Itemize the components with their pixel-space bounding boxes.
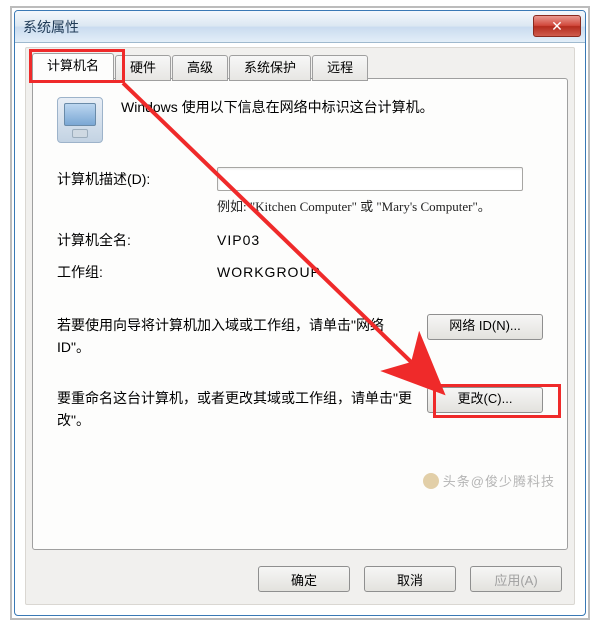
watermark-icon bbox=[423, 473, 439, 489]
input-description[interactable] bbox=[217, 167, 523, 191]
network-id-button[interactable]: 网络 ID(N)... bbox=[427, 314, 543, 340]
tab-hardware[interactable]: 硬件 bbox=[115, 55, 171, 81]
intro-row: Windows 使用以下信息在网络中标识这台计算机。 bbox=[57, 97, 543, 143]
example-text: 例如: "Kitchen Computer" 或 "Mary's Compute… bbox=[217, 197, 543, 218]
apply-button[interactable]: 应用(A) bbox=[470, 566, 562, 592]
watermark-text: 头条@俊少腾科技 bbox=[443, 474, 555, 489]
watermark: 头条@俊少腾科技 bbox=[423, 471, 555, 490]
ok-button[interactable]: 确定 bbox=[258, 566, 350, 592]
row-network-id: 若要使用向导将计算机加入域或工作组，请单击"网络 ID"。 网络 ID(N)..… bbox=[57, 314, 543, 359]
screenshot-frame: 系统属性 ✕ 计算机名 硬件 高级 系统保护 远程 Windows 使用以下信息… bbox=[10, 6, 590, 620]
tab-advanced[interactable]: 高级 bbox=[172, 55, 228, 81]
row-description: 计算机描述(D): bbox=[57, 165, 543, 193]
close-button[interactable]: ✕ bbox=[533, 15, 581, 37]
value-fullname: VIP03 bbox=[217, 232, 260, 248]
computer-icon bbox=[57, 97, 103, 143]
tab-computer-name[interactable]: 计算机名 bbox=[32, 53, 114, 81]
intro-text: Windows 使用以下信息在网络中标识这台计算机。 bbox=[121, 97, 434, 117]
tab-system-protection[interactable]: 系统保护 bbox=[229, 55, 311, 81]
value-workgroup: WORKGROUP bbox=[217, 264, 321, 280]
row-fullname: 计算机全名: VIP03 bbox=[57, 226, 543, 254]
close-icon: ✕ bbox=[551, 18, 563, 35]
row-workgroup: 工作组: WORKGROUP bbox=[57, 258, 543, 286]
cancel-button[interactable]: 取消 bbox=[364, 566, 456, 592]
label-description: 计算机描述(D): bbox=[57, 169, 217, 189]
label-workgroup: 工作组: bbox=[57, 262, 217, 282]
change-button[interactable]: 更改(C)... bbox=[427, 387, 543, 413]
system-properties-window: 系统属性 ✕ 计算机名 硬件 高级 系统保护 远程 Windows 使用以下信息… bbox=[14, 10, 586, 616]
dialog-footer: 确定 取消 应用(A) bbox=[258, 566, 562, 592]
titlebar: 系统属性 ✕ bbox=[15, 11, 585, 43]
tab-row: 计算机名 硬件 高级 系统保护 远程 bbox=[26, 52, 574, 80]
window-title: 系统属性 bbox=[23, 17, 79, 37]
network-id-text: 若要使用向导将计算机加入域或工作组，请单击"网络 ID"。 bbox=[57, 314, 427, 359]
label-fullname: 计算机全名: bbox=[57, 230, 217, 250]
row-change: 要重命名这台计算机，或者更改其域或工作组，请单击"更改"。 更改(C)... bbox=[57, 387, 543, 432]
window-body: 计算机名 硬件 高级 系统保护 远程 Windows 使用以下信息在网络中标识这… bbox=[25, 47, 575, 605]
change-text: 要重命名这台计算机，或者更改其域或工作组，请单击"更改"。 bbox=[57, 387, 427, 432]
tab-remote[interactable]: 远程 bbox=[312, 55, 368, 81]
